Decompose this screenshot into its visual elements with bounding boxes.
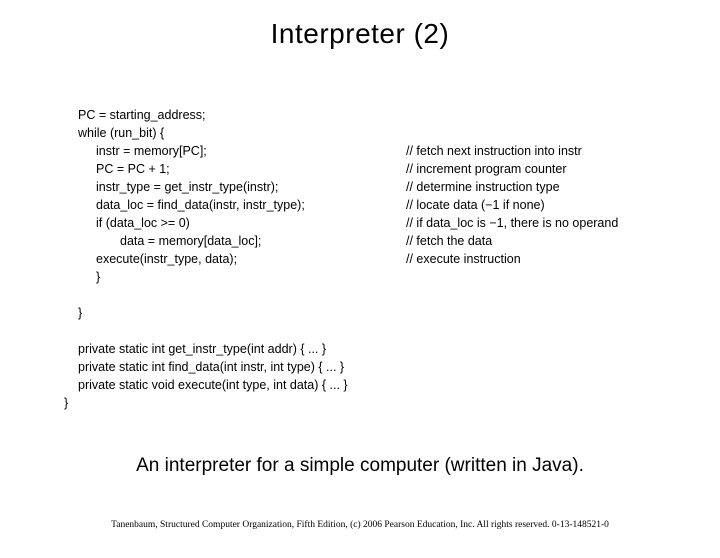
code-listing: PC = starting_address; while (run_bit) {…	[64, 106, 664, 412]
code-l2: instr = memory[PC];	[96, 142, 406, 160]
code-l1: while (run_bit) {	[78, 124, 388, 142]
slide-title: Interpreter (2)	[0, 18, 720, 50]
code-l3: PC = PC + 1;	[96, 160, 406, 178]
comment-l7: // fetch the data	[406, 232, 492, 250]
code-l14: }	[64, 394, 374, 412]
comment-l2: // fetch next instruction into instr	[406, 142, 582, 160]
comment-l4: // determine instruction type	[406, 178, 560, 196]
code-blank1	[64, 286, 374, 304]
code-l9: }	[96, 268, 406, 286]
code-l8: execute(instr_type, data);	[96, 250, 406, 268]
code-l10: }	[78, 304, 388, 322]
code-blank2	[64, 322, 374, 340]
comment-l5: // locate data (−1 if none)	[406, 196, 545, 214]
code-l7: data = memory[data_loc];	[120, 232, 406, 250]
code-l6: if (data_loc >= 0)	[96, 214, 406, 232]
code-l12: private static int find_data(int instr, …	[78, 358, 388, 376]
code-l11: private static int get_instr_type(int ad…	[78, 340, 388, 358]
comment-l6: // if data_loc is −1, there is no operan…	[406, 214, 618, 232]
comment-l3: // increment program counter	[406, 160, 567, 178]
slide-footer: Tanenbaum, Structured Computer Organizat…	[0, 520, 720, 530]
slide-caption: An interpreter for a simple computer (wr…	[0, 455, 720, 477]
code-l4: instr_type = get_instr_type(instr);	[96, 178, 406, 196]
code-l13: private static void execute(int type, in…	[78, 376, 388, 394]
code-l5: data_loc = find_data(instr, instr_type);	[96, 196, 406, 214]
comment-l8: // execute instruction	[406, 250, 521, 268]
code-l0: PC = starting_address;	[78, 106, 388, 124]
